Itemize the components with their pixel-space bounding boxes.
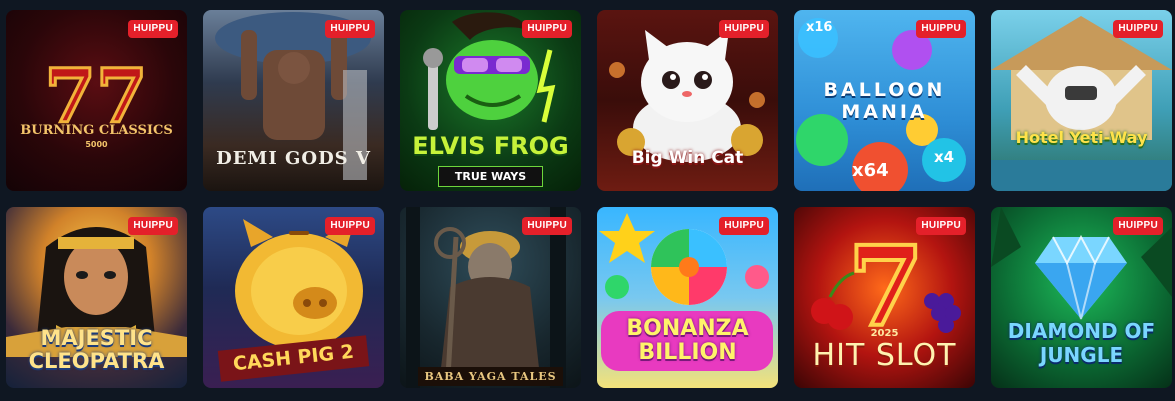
game-tile-burning-classics[interactable]: 77 BURNING CLASSICS 5000 HUIPPU <box>6 10 187 191</box>
game-subtitle: 5000 <box>85 140 108 149</box>
game-grid: 77 BURNING CLASSICS 5000 HUIPPU DEMI GOD… <box>6 10 1172 388</box>
game-tile-big-win-cat[interactable]: Big Win Cat HUIPPU <box>597 10 778 191</box>
game-tile-hit-slot[interactable]: 7 2025 HIT SLOT HUIPPU <box>794 207 975 388</box>
game-title: BURNING CLASSICS <box>20 123 173 138</box>
game-tile-demi-gods-v[interactable]: DEMI GODS V HUIPPU <box>203 10 384 191</box>
balloon-multiplier: x4 <box>934 148 955 166</box>
game-tile-bonanza-billion[interactable]: BONANZA BILLION HUIPPU <box>597 207 778 388</box>
badge-huippu: HUIPPU <box>325 20 375 38</box>
badge-huippu: HUIPPU <box>522 20 572 38</box>
game-tile-hotel-yeti-way[interactable]: Hotel Yeti-Way HUIPPU <box>991 10 1172 191</box>
game-title: HIT SLOT <box>812 338 957 373</box>
badge-huippu: HUIPPU <box>916 217 966 235</box>
balloon-multiplier: x64 <box>852 160 889 181</box>
game-title: Big Win Cat <box>631 148 744 168</box>
game-tile-diamond-of-jungle[interactable]: DIAMOND OF JUNGLE HUIPPU <box>991 207 1172 388</box>
badge-huippu: HUIPPU <box>719 217 769 235</box>
game-title: Hotel Yeti-Way <box>1015 128 1148 147</box>
game-tile-cash-pig-2[interactable]: CASH PIG 2 HUIPPU <box>203 207 384 388</box>
game-title: BALLOON MANIA <box>823 79 946 123</box>
badge-huippu: HUIPPU <box>325 217 375 235</box>
game-title: BABA YAGA TALES <box>418 367 563 386</box>
game-title: DIAMOND OF JUNGLE <box>1007 319 1156 367</box>
game-tile-majestic-cleopatra[interactable]: MAJESTIC CLEOPATRA HUIPPU <box>6 207 187 388</box>
badge-huippu: HUIPPU <box>916 20 966 38</box>
game-title: BONANZA BILLION <box>626 316 749 366</box>
game-tile-elvis-frog[interactable]: ELVIS FROG TRUE WAYS HUIPPU <box>400 10 581 191</box>
balloon-multiplier: x16 <box>806 20 833 35</box>
game-title: DEMI GODS V <box>216 148 371 169</box>
badge-huippu: HUIPPU <box>128 20 178 38</box>
game-title: ELVIS FROG <box>412 132 569 160</box>
game-tile-balloon-mania[interactable]: x16 x64 x4 BALLOON MANIA HUIPPU <box>794 10 975 191</box>
game-title: MAJESTIC CLEOPATRA <box>28 326 165 374</box>
game-tile-baba-yaga-tales[interactable]: BABA YAGA TALES HUIPPU <box>400 207 581 388</box>
badge-huippu: HUIPPU <box>522 217 572 235</box>
badge-huippu: HUIPPU <box>719 20 769 38</box>
badge-huippu: HUIPPU <box>128 217 178 235</box>
badge-huippu: HUIPPU <box>1113 20 1163 38</box>
badge-huippu: HUIPPU <box>1113 217 1163 235</box>
game-subtitle: TRUE WAYS <box>438 166 543 187</box>
